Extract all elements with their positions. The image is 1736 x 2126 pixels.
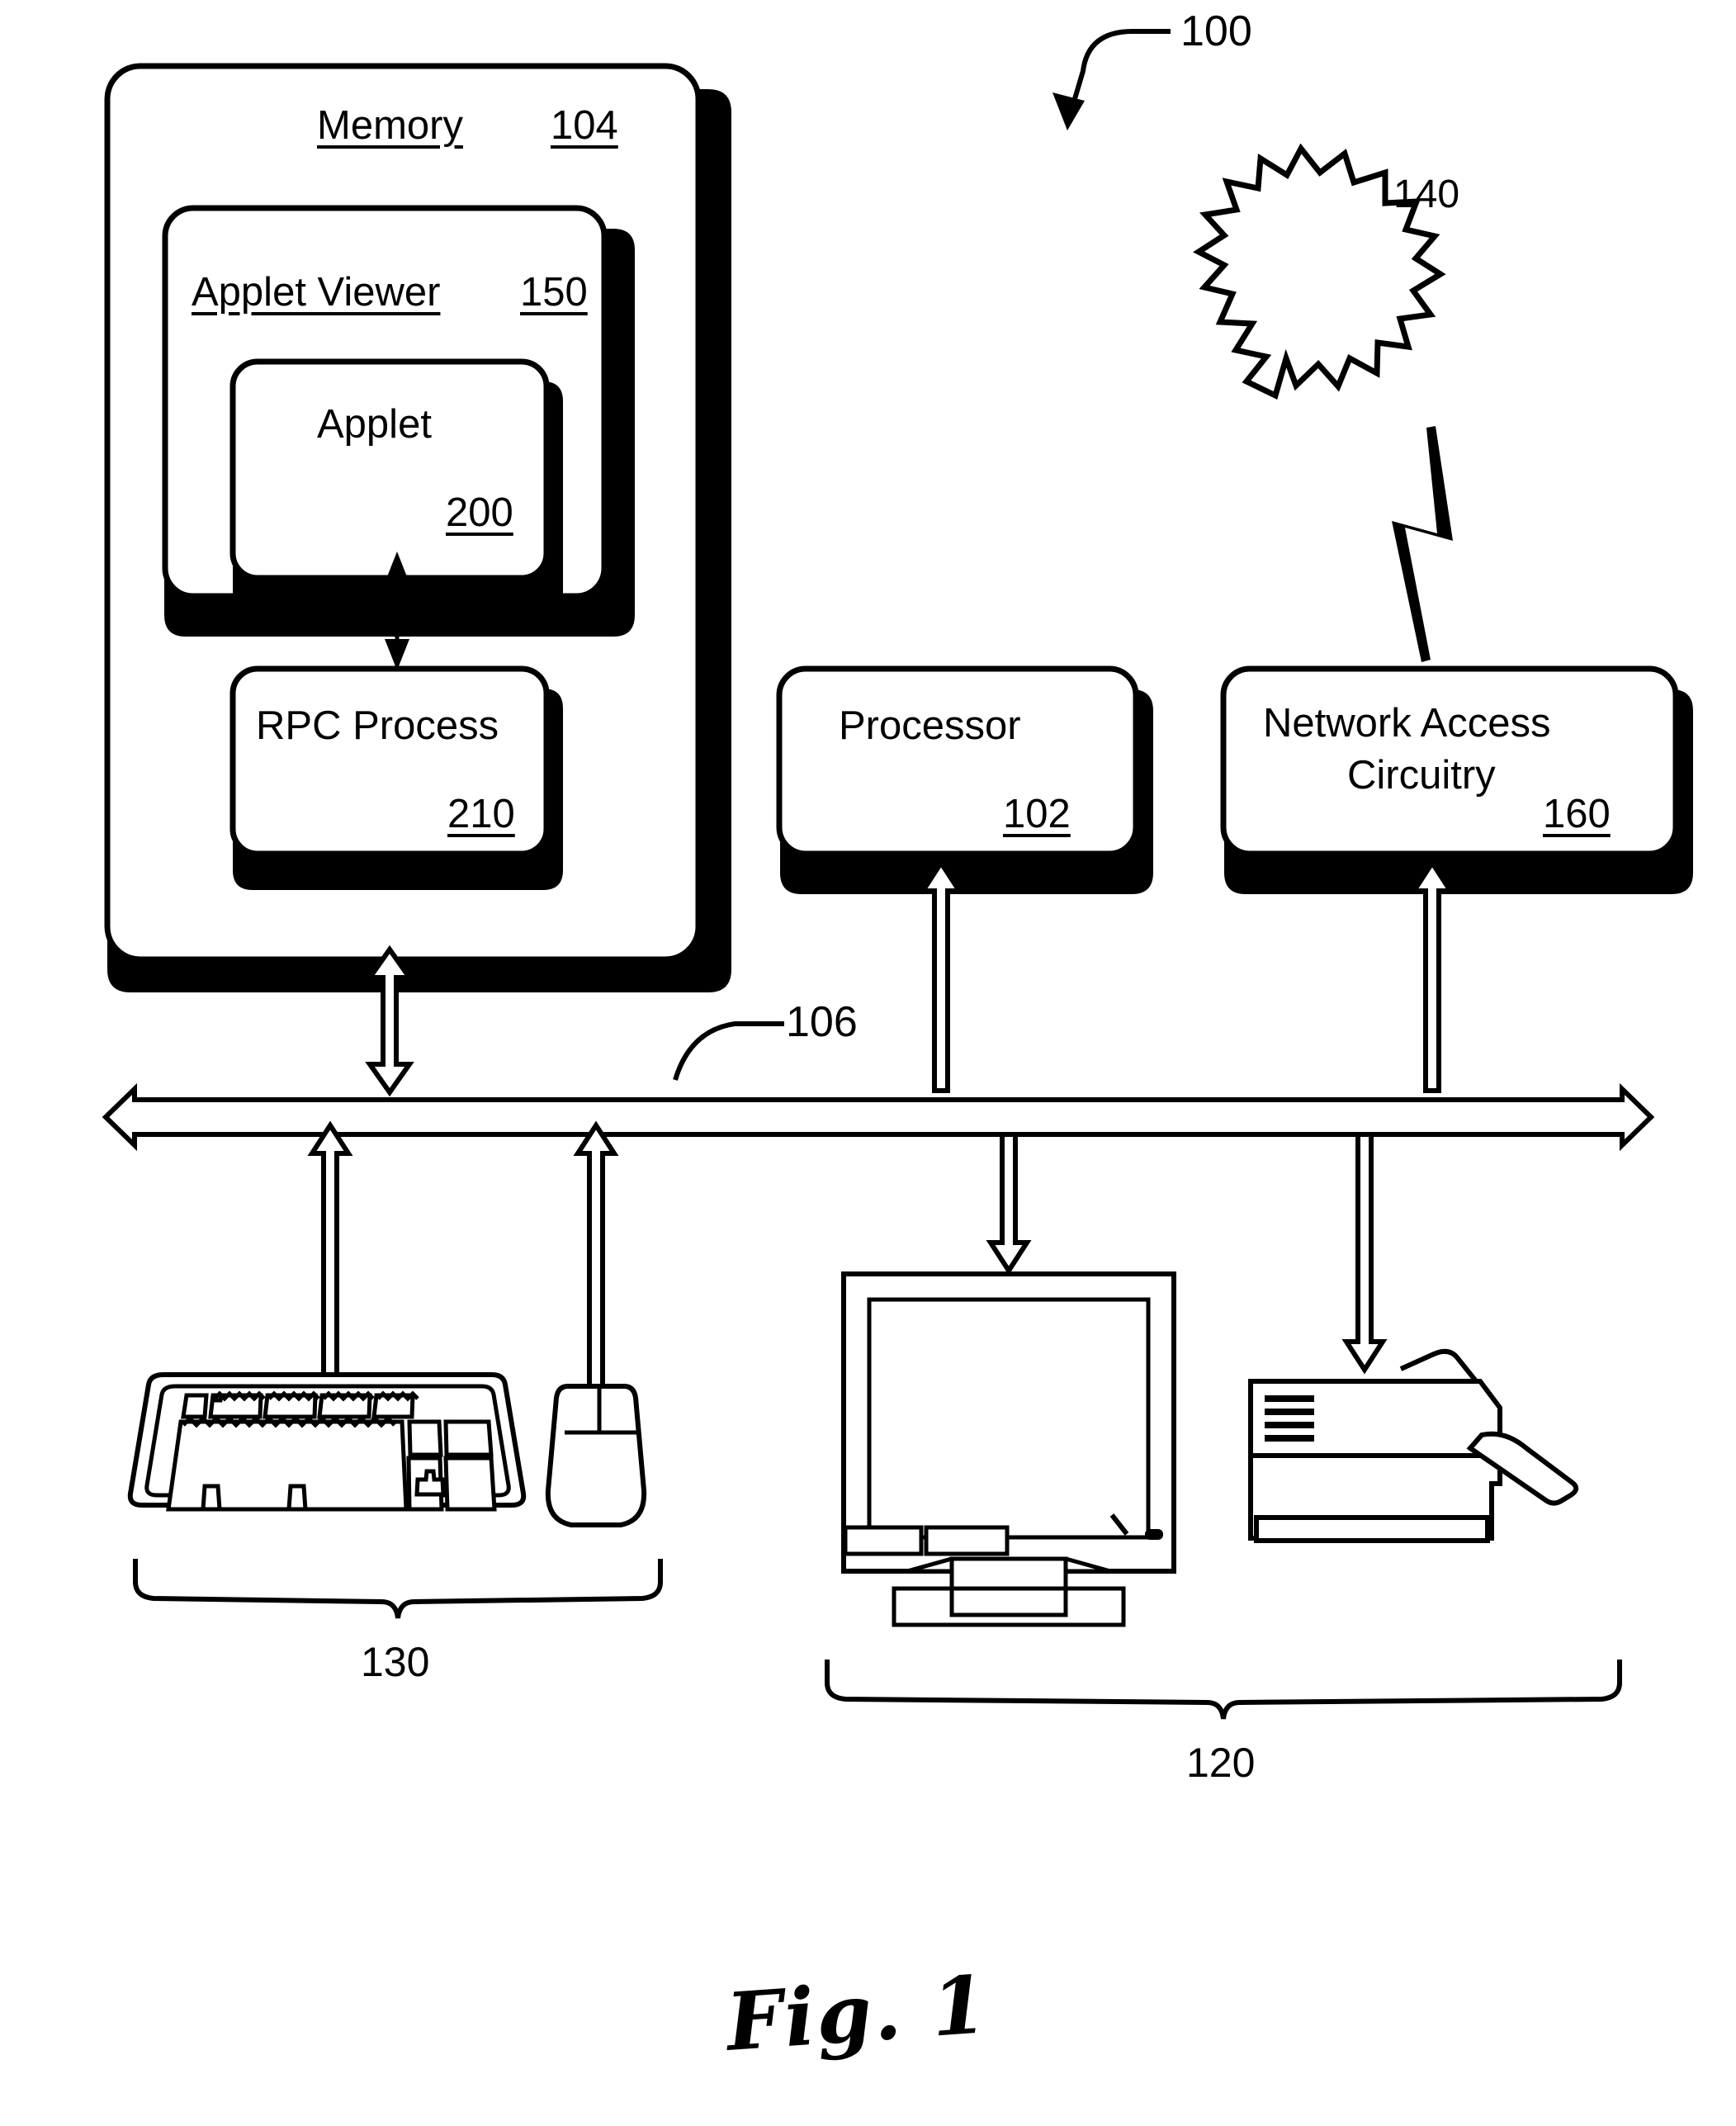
printer-illustration: [1248, 1348, 1579, 1543]
patent-figure: .bx { fill:#fff; stroke:#000; stroke-wid…: [0, 0, 1736, 2126]
rpc-process-box-ref: 210: [447, 792, 515, 836]
network-access-bus-arrow: [1409, 858, 1455, 1093]
figure-caption: Fig. 1: [723, 1958, 991, 2069]
keyboard-illustration: [127, 1372, 527, 1512]
bus-callout-leader: [673, 1021, 784, 1081]
network-access-box-title-line1: Network Access: [1263, 701, 1551, 746]
processor-box-shape: [776, 665, 1153, 894]
applet-viewer-box-title: Applet Viewer: [192, 270, 441, 315]
system-reference-label: 100: [1180, 7, 1252, 55]
output-devices-bracket: [825, 1660, 1622, 1720]
input-devices-ref: 130: [361, 1639, 430, 1685]
monitor-illustration: [841, 1271, 1176, 1627]
output-devices-ref: 120: [1186, 1740, 1256, 1786]
network-cloud-ref: 140: [1393, 173, 1460, 216]
mouse-illustration: [545, 1384, 647, 1527]
rpc-process-box-shape: [229, 665, 563, 890]
memory-bus-arrow: [365, 945, 414, 1097]
memory-box-ref: 104: [551, 103, 618, 148]
memory-box-title: Memory: [317, 103, 463, 148]
monitor-bus-arrow: [986, 1132, 1032, 1276]
diagram-vector-layer: .bx { fill:#fff; stroke:#000; stroke-wid…: [102, 29, 1693, 1720]
applet-box-ref: 200: [446, 490, 513, 535]
network-access-box-ref: 160: [1543, 792, 1611, 836]
network-access-box-title-line2: Circuitry: [1347, 753, 1496, 798]
processor-box-ref: 102: [1003, 792, 1071, 836]
processor-box-title: Processor: [839, 703, 1021, 748]
printer-bus-arrow: [1341, 1132, 1388, 1375]
applet-viewer-box-ref: 150: [520, 270, 588, 315]
input-devices-bracket: [133, 1559, 663, 1619]
keyboard-bus-arrow: [307, 1120, 353, 1390]
processor-bus-arrow: [918, 858, 964, 1093]
applet-box-title: Applet: [317, 402, 432, 447]
system-callout-leader: [1052, 29, 1171, 130]
wireless-link-bolt: [1392, 426, 1453, 662]
rpc-process-box-title: RPC Process: [256, 703, 499, 748]
mouse-bus-arrow: [573, 1120, 619, 1390]
bus-reference-label: 106: [786, 998, 858, 1046]
